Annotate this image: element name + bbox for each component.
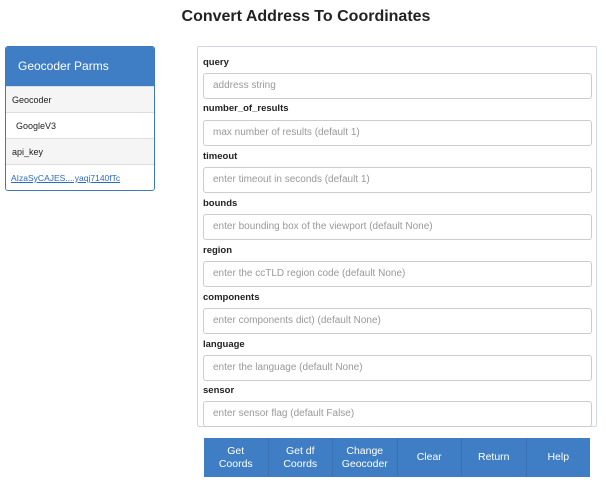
number-of-results-input[interactable]: max number of results (default 1) <box>203 120 592 146</box>
language-input[interactable]: enter the language (default None) <box>203 355 592 381</box>
geocode-form: query address string number_of_results m… <box>197 46 597 427</box>
api-key-link[interactable]: AIzaSyCAJES....yaqj7140fTc <box>6 164 154 190</box>
region-input[interactable]: enter the ccTLD region code (default Non… <box>203 261 592 287</box>
geocoder-label: Geocoder <box>6 86 154 112</box>
clear-button[interactable]: Clear <box>398 438 462 477</box>
page-title: Convert Address To Coordinates <box>181 8 431 25</box>
return-button[interactable]: Return <box>462 438 527 477</box>
timeout-label: timeout <box>203 151 238 162</box>
get-df-coords-button[interactable]: Get df Coords <box>269 438 333 477</box>
bounds-label: bounds <box>203 198 238 209</box>
help-button[interactable]: Help <box>527 438 591 477</box>
sensor-label: sensor <box>203 385 235 396</box>
api-key-label: api_key <box>6 138 154 164</box>
change-geocoder-button[interactable]: Change Geocoder <box>333 438 398 477</box>
panel-header: Geocoder Parms <box>6 47 154 86</box>
action-button-bar: Get Coords Get df Coords Change Geocoder… <box>204 438 590 477</box>
bounds-input[interactable]: enter bounding box of the viewport (defa… <box>203 214 592 240</box>
components-label: components <box>203 292 260 303</box>
geocoder-parms-panel: Geocoder Parms Geocoder GoogleV3 api_key… <box>5 46 155 191</box>
get-coords-button[interactable]: Get Coords <box>204 438 269 477</box>
geocoder-value: GoogleV3 <box>6 112 154 138</box>
timeout-input[interactable]: enter timeout in seconds (default 1) <box>203 167 592 193</box>
language-label: language <box>203 339 245 350</box>
query-label: query <box>203 57 229 68</box>
query-input[interactable]: address string <box>203 73 592 99</box>
sensor-input[interactable]: enter sensor flag (default False) <box>203 401 592 427</box>
region-label: region <box>203 245 233 256</box>
components-input[interactable]: enter components dict) (default None) <box>203 308 592 334</box>
number-of-results-label: number_of_results <box>203 103 289 114</box>
